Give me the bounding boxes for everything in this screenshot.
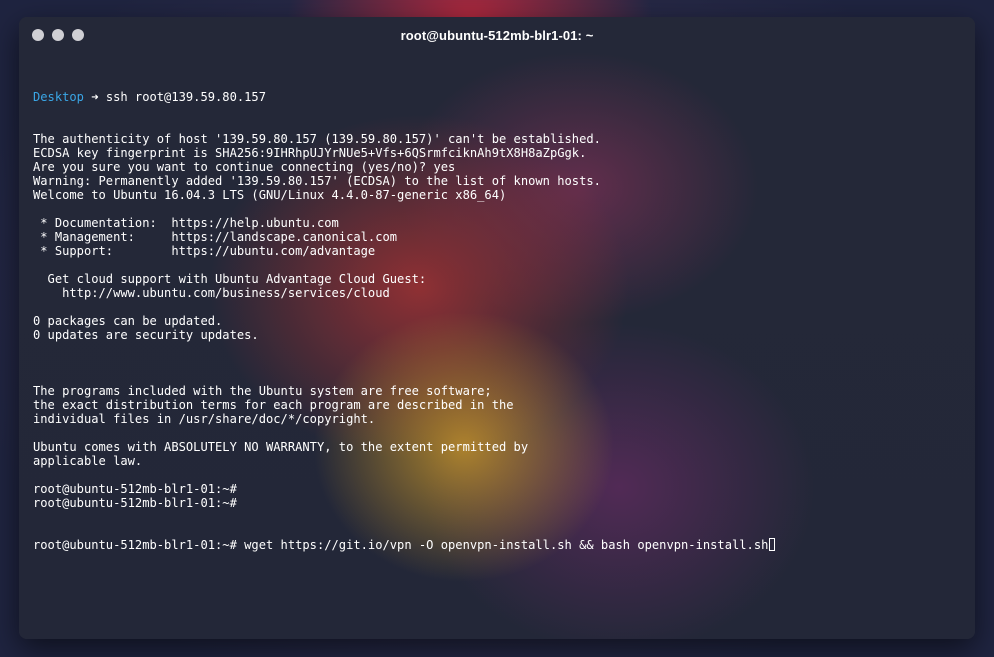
terminal-line: Get cloud support with Ubuntu Advantage …	[33, 272, 427, 286]
command-input[interactable]: wget https://git.io/vpn -O openvpn-insta…	[237, 538, 768, 552]
terminal-line: The authenticity of host '139.59.80.157 …	[33, 132, 601, 146]
terminal-line: The programs included with the Ubuntu sy…	[33, 384, 492, 398]
close-button[interactable]	[32, 29, 44, 41]
zoom-button[interactable]	[72, 29, 84, 41]
terminal-line: * Support: https://ubuntu.com/advantage	[33, 244, 376, 258]
title-bar[interactable]: root@ubuntu-512mb-blr1-01: ~	[19, 17, 975, 53]
terminal-output[interactable]: Desktop ➜ ssh root@139.59.80.157 The aut…	[19, 53, 975, 580]
ssh-command-line: Desktop ➜ ssh root@139.59.80.157	[33, 90, 975, 104]
terminal-line: ECDSA key fingerprint is SHA256:9IHRhpUJ…	[33, 146, 587, 160]
terminal-line: root@ubuntu-512mb-blr1-01:~#	[33, 482, 237, 496]
ssh-command: ssh root@139.59.80.157	[105, 90, 266, 104]
terminal-line: applicable law.	[33, 454, 143, 468]
minimize-button[interactable]	[52, 29, 64, 41]
current-prompt-line[interactable]: root@ubuntu-512mb-blr1-01:~# wget https:…	[33, 538, 975, 552]
text-cursor	[769, 538, 776, 551]
shell-prompt: root@ubuntu-512mb-blr1-01:~#	[33, 538, 237, 552]
terminal-line: individual files in /usr/share/doc/*/cop…	[33, 412, 376, 426]
terminal-line: Ubuntu comes with ABSOLUTELY NO WARRANTY…	[33, 440, 529, 454]
terminal-line: * Documentation: https://help.ubuntu.com	[33, 216, 339, 230]
window-controls	[32, 29, 84, 41]
terminal-line: Welcome to Ubuntu 16.04.3 LTS (GNU/Linux…	[33, 188, 507, 202]
terminal-line: root@ubuntu-512mb-blr1-01:~#	[33, 496, 237, 510]
terminal-line: * Management: https://landscape.canonica…	[33, 230, 398, 244]
terminal-line: http://www.ubuntu.com/business/services/…	[33, 286, 390, 300]
terminal-line: the exact distribution terms for each pr…	[33, 398, 514, 412]
terminal-window[interactable]: root@ubuntu-512mb-blr1-01: ~ Desktop ➜ s…	[19, 17, 975, 639]
prompt-arrow-icon: ➜	[91, 90, 99, 104]
output-lines: The authenticity of host '139.59.80.157 …	[33, 132, 975, 510]
terminal-line: 0 packages can be updated.	[33, 314, 223, 328]
current-directory: Desktop	[33, 90, 84, 104]
terminal-line: 0 updates are security updates.	[33, 328, 259, 342]
terminal-line: Are you sure you want to continue connec…	[33, 160, 456, 174]
terminal-line: Warning: Permanently added '139.59.80.15…	[33, 174, 601, 188]
window-title: root@ubuntu-512mb-blr1-01: ~	[400, 27, 594, 43]
